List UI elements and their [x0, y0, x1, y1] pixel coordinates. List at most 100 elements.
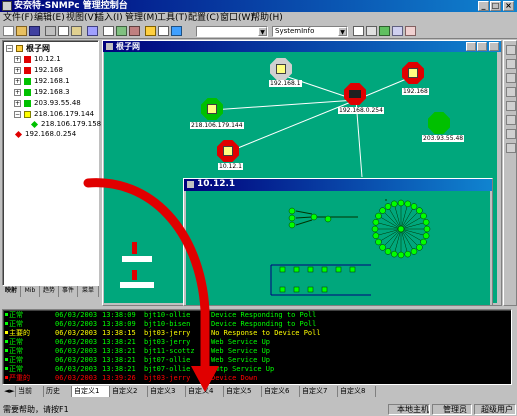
- ring-device-node: [422, 232, 430, 239]
- menu-config[interactable]: 配置(C): [188, 13, 219, 23]
- tab-custom-6[interactable]: 自定义6: [262, 386, 300, 397]
- node-10-12-1[interactable]: [217, 140, 239, 162]
- tree-item[interactable]: 203.93.55.48: [34, 99, 81, 108]
- chevron-down-icon[interactable]: ▼: [338, 27, 347, 36]
- minimize-button[interactable]: [466, 42, 476, 51]
- tab-current[interactable]: 当前: [16, 386, 44, 397]
- device-marker[interactable]: [132, 242, 137, 254]
- map-window-title: 根子网: [116, 42, 140, 51]
- expand-icon[interactable]: +: [14, 56, 21, 63]
- device-marker[interactable]: [132, 270, 137, 280]
- collapse-icon[interactable]: −: [6, 45, 13, 52]
- tree-item[interactable]: 192.168.1: [34, 77, 70, 86]
- toolbar: ▼ SystemInfo ▼: [0, 24, 517, 39]
- ring-device-node: [416, 207, 423, 214]
- line-tool-icon[interactable]: [506, 101, 516, 111]
- ring-device-node: [384, 248, 392, 255]
- cut-icon[interactable]: [45, 26, 56, 36]
- link-tool-icon[interactable]: [506, 59, 516, 69]
- menu-edit[interactable]: 编辑(E): [34, 13, 65, 23]
- menu-help[interactable]: 帮助(H): [251, 13, 283, 23]
- event-icon[interactable]: [405, 26, 416, 36]
- status-help: 需要帮助，请按F1: [3, 405, 69, 414]
- query-select[interactable]: SystemInfo ▼: [272, 26, 348, 37]
- find-icon[interactable]: [103, 26, 114, 36]
- tab-custom-8[interactable]: 自定义8: [338, 386, 376, 397]
- menu-window[interactable]: 窗口(W): [220, 13, 254, 23]
- tree-item[interactable]: 192.168.3: [34, 88, 70, 97]
- move-tool-icon[interactable]: [506, 73, 516, 83]
- ring-device-node: [397, 251, 405, 259]
- tab-custom-3[interactable]: 自定义3: [148, 386, 186, 397]
- tree-item-root[interactable]: 根子网: [26, 44, 50, 53]
- select-tool-icon[interactable]: [506, 45, 516, 55]
- help-icon[interactable]: [158, 26, 169, 36]
- expand-icon[interactable]: +: [14, 100, 21, 107]
- tab-custom-4[interactable]: 自定义4: [186, 386, 224, 397]
- device-icon: [30, 120, 39, 129]
- tab-event[interactable]: 事件: [59, 286, 78, 297]
- trend-icon[interactable]: [392, 26, 403, 36]
- maximize-button[interactable]: □: [490, 1, 501, 11]
- save-icon[interactable]: [29, 26, 40, 36]
- menu-file[interactable]: 文件(F): [3, 13, 33, 23]
- collapse-icon[interactable]: −: [14, 111, 21, 118]
- device-tool-icon[interactable]: [506, 115, 516, 125]
- ring-device-node: [423, 225, 431, 233]
- tab-menu[interactable]: 菜单: [78, 286, 99, 297]
- new-icon[interactable]: [3, 26, 14, 36]
- alarm-icon[interactable]: [145, 26, 156, 36]
- menu-tools[interactable]: 工具(T): [157, 13, 188, 23]
- minimize-button[interactable]: _: [478, 1, 489, 11]
- title-bar[interactable]: 安奈特-SNMPc 管理控制台 _ □ ×: [0, 0, 517, 12]
- tab-trend[interactable]: 趋势: [40, 286, 59, 297]
- filter-select[interactable]: ▼: [196, 26, 268, 37]
- tab-map[interactable]: 映射: [2, 286, 21, 297]
- close-button[interactable]: [489, 42, 499, 51]
- expand-icon[interactable]: +: [14, 78, 21, 85]
- table-icon[interactable]: [366, 26, 377, 36]
- tab-history[interactable]: 历史: [44, 386, 72, 397]
- goto-tool-icon[interactable]: [506, 143, 516, 153]
- map-window-titlebar[interactable]: 根子网: [103, 41, 501, 52]
- tree-item[interactable]: 10.12.1: [34, 55, 61, 64]
- node-218-106-179-144[interactable]: [201, 98, 223, 120]
- network-tree[interactable]: − 根子网 + 10.12.1 + 192.168 + 192.168.1 + …: [2, 40, 101, 286]
- zoom-out-icon[interactable]: [129, 26, 140, 36]
- print-icon[interactable]: [87, 26, 98, 36]
- tab-custom-5[interactable]: 自定义5: [224, 386, 262, 397]
- tab-mib[interactable]: Mib: [21, 286, 40, 297]
- subnet-map[interactable]: [186, 191, 490, 305]
- expand-icon[interactable]: +: [14, 67, 21, 74]
- subnet-window-titlebar[interactable]: 10.12.1: [184, 179, 492, 191]
- open-icon[interactable]: [16, 26, 27, 36]
- expand-icon[interactable]: +: [14, 89, 21, 96]
- chevron-down-icon[interactable]: ▼: [258, 27, 267, 36]
- close-button[interactable]: ×: [503, 1, 514, 11]
- maximize-button[interactable]: [477, 42, 487, 51]
- paste-icon[interactable]: [71, 26, 82, 36]
- tab-nav-arrows[interactable]: ◄►: [2, 386, 16, 397]
- tree-item[interactable]: 192.168.0.254: [25, 130, 76, 139]
- event-log[interactable]: 正常 06/03/2003 13:38:09 bjt10-ollie Devic…: [2, 309, 512, 385]
- right-toolbar: [503, 40, 517, 306]
- menu-view[interactable]: 视图(V): [66, 13, 97, 23]
- tab-custom-2[interactable]: 自定义2: [110, 386, 148, 397]
- poll-icon[interactable]: [379, 26, 390, 36]
- info-icon[interactable]: [171, 26, 182, 36]
- tree-item[interactable]: 218.106.179.158: [41, 120, 101, 129]
- menu-manage[interactable]: 管理(M): [125, 13, 158, 23]
- subnet-tool-icon[interactable]: [506, 129, 516, 139]
- draw-tool-icon[interactable]: [506, 87, 516, 97]
- copy-icon[interactable]: [58, 26, 69, 36]
- router-icon: [276, 64, 286, 74]
- tab-custom-1[interactable]: 自定义1: [72, 386, 110, 397]
- tree-item[interactable]: 192.168: [34, 66, 63, 75]
- tree-item[interactable]: 218.106.179.144: [34, 110, 94, 119]
- graph-icon[interactable]: [353, 26, 364, 36]
- menu-insert[interactable]: 插入(I): [95, 13, 123, 23]
- zoom-in-icon[interactable]: [116, 26, 127, 36]
- tab-custom-7[interactable]: 自定义7: [300, 386, 338, 397]
- node-label: 192.168.1: [269, 80, 302, 87]
- app-icon[interactable]: [2, 1, 12, 11]
